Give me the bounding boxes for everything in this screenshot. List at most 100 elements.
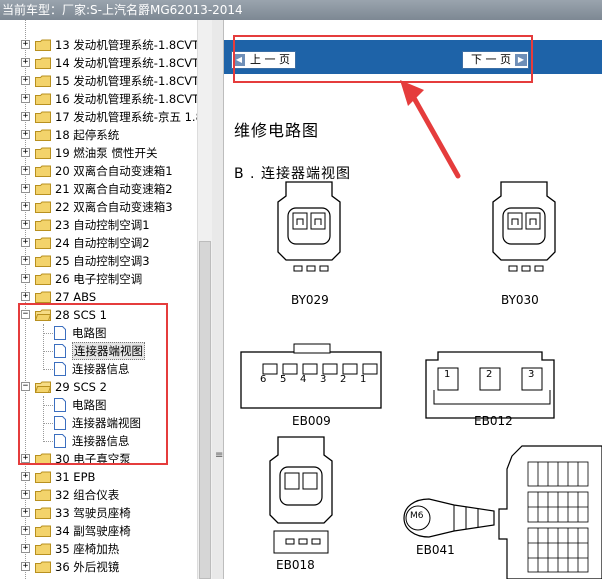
- tree-item-label: 16 发动机管理系统-1.8CVT: [55, 92, 200, 106]
- document-viewer: ◀ 上 一 页 下 一 页 ▶ 维修电路图 B . 连接器端视图 BY029 B…: [224, 20, 602, 579]
- folder-icon: [35, 219, 51, 231]
- tree-item-25[interactable]: + 25 自动控制空调3: [0, 252, 200, 270]
- tree-item-19[interactable]: + 19 燃油泵 惯性开关: [0, 144, 200, 162]
- folder-icon: [35, 165, 51, 177]
- eb009-pin-row: 6 5 4 3 2 1: [260, 374, 380, 388]
- expand-icon[interactable]: +: [21, 472, 30, 481]
- expand-icon[interactable]: +: [21, 256, 30, 265]
- tree-item-33[interactable]: + 33 驾驶员座椅: [0, 504, 200, 522]
- folder-icon: [35, 111, 51, 123]
- tree-item-15[interactable]: + 15 发动机管理系统-1.8CVT: [0, 72, 200, 90]
- tree-item-label: 23 自动控制空调1: [55, 218, 150, 232]
- page-title: 维修电路图: [234, 121, 320, 140]
- tree-item-label: 26 电子控制空调: [55, 272, 143, 286]
- folder-icon: [35, 543, 51, 555]
- tree-item-label: 21 双离合自动变速箱2: [55, 182, 173, 196]
- expand-icon[interactable]: +: [21, 130, 30, 139]
- tree-item-label: 33 驾驶员座椅: [55, 506, 131, 520]
- expand-icon[interactable]: +: [21, 238, 30, 247]
- highlight-box: [233, 35, 533, 83]
- pin-label: 3: [528, 369, 535, 380]
- eb012-pin-row: 1 2 3: [444, 369, 544, 383]
- tree-item-26[interactable]: + 26 电子控制空调: [0, 270, 200, 288]
- connector-by029-drawing: [277, 181, 341, 272]
- tree-item-24[interactable]: + 24 自动控制空调2: [0, 234, 200, 252]
- connector-label: EB009: [292, 414, 331, 428]
- folder-icon: [35, 525, 51, 537]
- pin-label: 3: [320, 374, 327, 385]
- expand-icon[interactable]: +: [21, 274, 30, 283]
- tree-item-label: 32 组合仪表: [55, 488, 120, 502]
- expand-icon[interactable]: +: [21, 490, 30, 499]
- folder-icon: [35, 75, 51, 87]
- pin-label: 1: [444, 369, 451, 380]
- pin-label: 5: [280, 374, 287, 385]
- connector-eb012-drawing: [425, 351, 555, 419]
- expand-icon[interactable]: +: [21, 220, 30, 229]
- expand-icon[interactable]: +: [21, 112, 30, 121]
- expand-icon[interactable]: +: [21, 202, 30, 211]
- expand-icon[interactable]: +: [21, 58, 30, 67]
- expand-icon[interactable]: +: [21, 184, 30, 193]
- tree-item-label: 34 副驾驶座椅: [55, 524, 131, 538]
- tree-item-label: 18 起停系统: [55, 128, 120, 142]
- folder-icon: [35, 57, 51, 69]
- connector-eb041-drawing: [403, 498, 495, 538]
- tree-item-18[interactable]: + 18 起停系统: [0, 126, 200, 144]
- folder-icon: [35, 273, 51, 285]
- panel-splitter[interactable]: ≡: [212, 20, 224, 579]
- highlight-box: [18, 303, 168, 465]
- tree-item-label: 25 自动控制空调3: [55, 254, 150, 268]
- pin-label: 4: [300, 374, 307, 385]
- expand-icon[interactable]: +: [21, 40, 30, 49]
- tree-item-label: 19 燃油泵 惯性开关: [55, 146, 158, 160]
- folder-icon: [35, 147, 51, 159]
- expand-icon[interactable]: +: [21, 526, 30, 535]
- tree-item-label: 22 双离合自动变速箱3: [55, 200, 173, 214]
- tree-item-35[interactable]: + 35 座椅加热: [0, 540, 200, 558]
- folder-icon: [35, 255, 51, 267]
- tree-item-14[interactable]: + 14 发动机管理系统-1.8CVT: [0, 54, 200, 72]
- tree-item-21[interactable]: + 21 双离合自动变速箱2: [0, 180, 200, 198]
- tree-item-label: 20 双离合自动变速箱1: [55, 164, 173, 178]
- folder-icon: [35, 507, 51, 519]
- tree-item-32[interactable]: + 32 组合仪表: [0, 486, 200, 504]
- tree-item-label: 17 发动机管理系统-京五 1.8: [55, 110, 203, 124]
- folder-icon: [35, 183, 51, 195]
- connector-by030-drawing: [492, 181, 556, 272]
- expand-icon[interactable]: +: [21, 292, 30, 301]
- folder-icon: [35, 237, 51, 249]
- expand-icon[interactable]: +: [21, 94, 30, 103]
- expand-icon[interactable]: +: [21, 508, 30, 517]
- connector-eb018-drawing: [269, 436, 333, 554]
- scrollbar-thumb[interactable]: [199, 241, 211, 579]
- folder-icon: [35, 39, 51, 51]
- tree-item-label: 15 发动机管理系统-1.8CVT: [55, 74, 200, 88]
- tree-item-23[interactable]: + 23 自动控制空调1: [0, 216, 200, 234]
- tree-item-13[interactable]: + 13 发动机管理系统-1.8CVT: [0, 36, 200, 54]
- expand-icon[interactable]: +: [21, 166, 30, 175]
- category-tree[interactable]: + 13 发动机管理系统-1.8CVT + 14 发动机管理系统-1.8CVT …: [0, 20, 212, 579]
- pin-label: 1: [360, 374, 367, 385]
- tree-item-17[interactable]: + 17 发动机管理系统-京五 1.8: [0, 108, 203, 126]
- folder-icon: [35, 291, 51, 303]
- tree-item-label: 35 座椅加热: [55, 542, 120, 556]
- tree-item-31[interactable]: + 31 EPB: [0, 468, 200, 486]
- tree-item-22[interactable]: + 22 双离合自动变速箱3: [0, 198, 200, 216]
- tree-item-36[interactable]: + 36 外后视镜: [0, 558, 200, 576]
- pin-label: 6: [260, 374, 267, 385]
- expand-icon[interactable]: +: [21, 562, 30, 571]
- tree-item-16[interactable]: + 16 发动机管理系统-1.8CVT: [0, 90, 200, 108]
- tree-scrollbar[interactable]: [197, 20, 212, 579]
- expand-icon[interactable]: +: [21, 76, 30, 85]
- annotation-arrow-icon: [400, 80, 461, 179]
- tree-item-34[interactable]: + 34 副驾驶座椅: [0, 522, 200, 540]
- expand-icon[interactable]: +: [21, 148, 30, 157]
- tree-item-label: 36 外后视镜: [55, 560, 120, 574]
- tree-item-label: 14 发动机管理系统-1.8CVT: [55, 56, 200, 70]
- connector-label: EB018: [276, 558, 315, 572]
- tree-item-20[interactable]: + 20 双离合自动变速箱1: [0, 162, 200, 180]
- folder-icon: [35, 471, 51, 483]
- folder-icon: [35, 561, 51, 573]
- expand-icon[interactable]: +: [21, 544, 30, 553]
